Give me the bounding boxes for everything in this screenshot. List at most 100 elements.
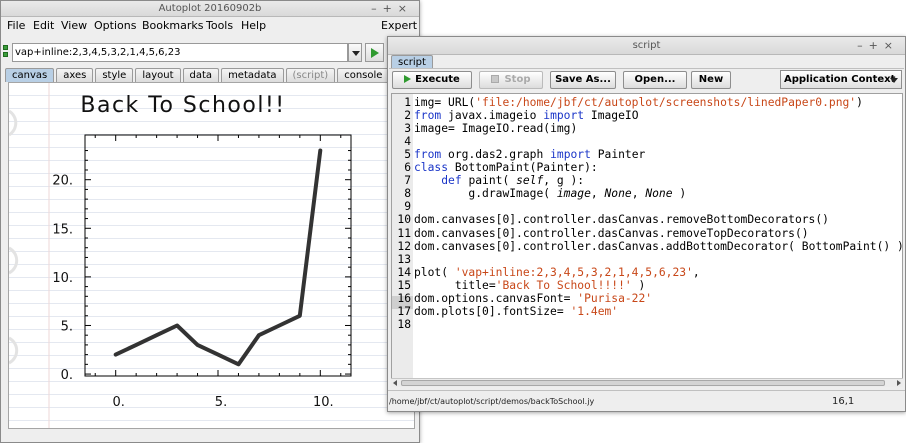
- autoplot-window: Autoplot 20160902b –+× File Edit View Op…: [0, 0, 420, 443]
- line-number: 13: [397, 252, 411, 266]
- stop-button[interactable]: Stop: [479, 71, 543, 89]
- script-tab-bar: script: [391, 55, 433, 69]
- menu-file[interactable]: File: [7, 19, 25, 32]
- tab-metadata[interactable]: metadata: [221, 68, 284, 82]
- data-point: [134, 343, 138, 347]
- status-path: /home/jbf/ct/autoplot/script/demos/backT…: [389, 397, 595, 406]
- open-button[interactable]: Open...: [623, 71, 687, 89]
- maximize-icon[interactable]: +: [383, 2, 398, 15]
- new-button[interactable]: New: [691, 71, 731, 89]
- code-line[interactable]: image= ImageIO.read(img): [414, 122, 577, 135]
- script-titlebar[interactable]: script –+×: [388, 37, 905, 55]
- tab-canvas[interactable]: canvas: [5, 68, 55, 82]
- y-tick-label: 10.: [52, 271, 73, 286]
- tab-style[interactable]: style: [95, 68, 134, 82]
- play-icon: [371, 48, 379, 58]
- chevron-down-icon: [352, 51, 360, 56]
- line-number: 1: [404, 96, 411, 109]
- tab-script[interactable]: (script): [285, 68, 336, 82]
- x-tick-label: 10.: [313, 395, 334, 410]
- drag-handle-icon[interactable]: [3, 45, 9, 59]
- code-line[interactable]: g.drawImage( image, None, None ): [414, 187, 686, 200]
- menu-help[interactable]: Help: [241, 19, 266, 32]
- data-point: [257, 333, 261, 337]
- save-as-button[interactable]: Save As...: [550, 71, 616, 89]
- main-tab-bar: canvas axes style layout data metadata (…: [5, 68, 390, 82]
- code-line[interactable]: plot( 'vap+inline:2,3,4,5,3,2,1,4,5,6,23…: [414, 266, 700, 279]
- menu-options[interactable]: Options: [94, 19, 136, 32]
- tab-console[interactable]: console: [337, 68, 390, 82]
- code-line[interactable]: from org.das2.graph import Painter: [414, 148, 645, 161]
- menu-bar: File Edit View Options Bookmarks Tools H…: [1, 17, 419, 35]
- code-line[interactable]: img= URL('file:/home/jbf/ct/autoplot/scr…: [414, 96, 863, 109]
- scrollbar-right-arrow[interactable]: [897, 380, 901, 386]
- context-select-value: Application Context: [784, 74, 896, 85]
- minimize-icon[interactable]: –: [371, 2, 383, 15]
- status-bar: /home/jbf/ct/autoplot/script/demos/backT…: [388, 390, 905, 411]
- code-line[interactable]: dom.canvases[0].controller.dasCanvas.rem…: [414, 227, 809, 240]
- tab-layout[interactable]: layout: [135, 68, 181, 82]
- play-icon: [404, 75, 412, 83]
- chart-title: Back To School!!: [80, 93, 285, 118]
- y-tick-label: 5.: [61, 319, 73, 334]
- code-line[interactable]: dom.canvases[0].controller.dasCanvas.rem…: [414, 213, 829, 226]
- data-point: [236, 362, 240, 366]
- minimize-icon[interactable]: –: [857, 39, 869, 52]
- autoplot-title: Autoplot 20160902b: [158, 3, 262, 14]
- maximize-icon[interactable]: +: [869, 39, 884, 52]
- expert-menu[interactable]: Expert: [381, 19, 417, 32]
- code-line[interactable]: from javax.imageio import ImageIO: [414, 109, 639, 122]
- tab-script-editor[interactable]: script: [391, 55, 433, 69]
- go-button[interactable]: [365, 43, 384, 62]
- menu-view[interactable]: View: [61, 19, 87, 32]
- menu-tools[interactable]: Tools: [206, 19, 233, 32]
- code-line[interactable]: title='Back To School!!!!' ): [414, 279, 645, 292]
- line-chart: Back To School!! 0. 5. 10. 15. 20. 0. 5. 10.: [9, 83, 414, 428]
- code-line[interactable]: dom.plots[0].fontSize= '1.4em': [414, 305, 618, 318]
- menu-edit[interactable]: Edit: [33, 19, 54, 32]
- data-point: [196, 343, 200, 347]
- uri-input[interactable]: [12, 43, 348, 62]
- line-number: 15: [397, 278, 411, 292]
- uri-dropdown-button[interactable]: [348, 43, 362, 62]
- close-icon[interactable]: ×: [398, 2, 413, 15]
- data-point: [277, 323, 281, 327]
- tab-data[interactable]: data: [182, 68, 220, 82]
- line-number: 2: [404, 109, 411, 123]
- stop-label: Stop: [504, 74, 531, 85]
- script-editor[interactable]: 1 img= URL('file:/home/jbf/ct/autoplot/sc…: [391, 93, 903, 387]
- line-number: 16: [397, 291, 411, 305]
- data-point: [298, 314, 302, 318]
- code-line[interactable]: dom.canvases[0].controller.dasCanvas.add…: [414, 240, 902, 253]
- execute-button[interactable]: Execute: [392, 71, 472, 89]
- editor-horizontal-scrollbar[interactable]: [391, 378, 903, 387]
- line-number: 14: [397, 265, 411, 279]
- context-select[interactable]: Application Context: [780, 70, 902, 89]
- plot-canvas[interactable]: Back To School!! 0. 5. 10. 15. 20. 0. 5. 10.: [8, 82, 415, 429]
- scrollbar-left-arrow[interactable]: [393, 380, 397, 386]
- line-number: 12: [397, 239, 411, 253]
- code-line[interactable]: class BottomPaint(Painter):: [414, 161, 598, 174]
- chevron-down-icon: [890, 78, 898, 83]
- data-point: [155, 333, 159, 337]
- stop-icon: [491, 75, 500, 83]
- line-number: 8: [404, 187, 411, 201]
- script-window-controls: –+×: [857, 39, 899, 52]
- x-tick-label: 5.: [215, 395, 227, 410]
- line-number: 17: [397, 304, 411, 318]
- execute-label: Execute: [415, 74, 460, 85]
- autoplot-titlebar[interactable]: Autoplot 20160902b –+×: [1, 1, 419, 17]
- window-controls: –+×: [371, 2, 413, 15]
- menu-bookmarks[interactable]: Bookmarks: [142, 19, 203, 32]
- line-number: 18: [397, 317, 411, 331]
- line-number: 4: [404, 135, 411, 149]
- line-number: 10: [397, 213, 411, 227]
- tab-axes[interactable]: axes: [56, 68, 94, 82]
- line-number: 7: [404, 174, 411, 188]
- data-point: [318, 149, 322, 153]
- code-line[interactable]: def paint( self, g ):: [414, 174, 584, 187]
- code-line[interactable]: dom.options.canvasFont= 'Purisa-22': [414, 292, 652, 305]
- close-icon[interactable]: ×: [884, 39, 899, 52]
- scrollbar-thumb[interactable]: [401, 380, 885, 386]
- y-tick-label: 15.: [52, 222, 73, 237]
